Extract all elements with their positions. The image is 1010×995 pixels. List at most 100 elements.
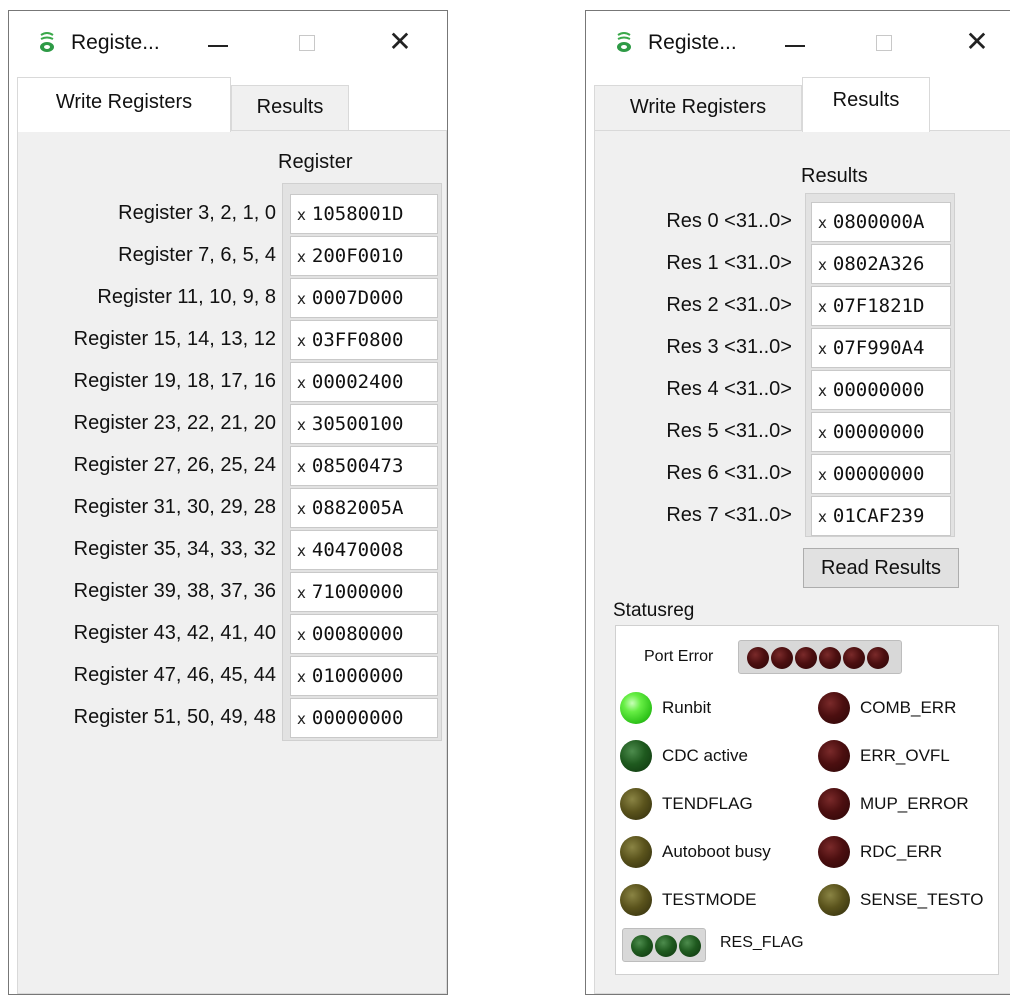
hex-format-indicator[interactable]: x <box>818 256 827 274</box>
maximize-button[interactable] <box>285 25 331 61</box>
app-icon <box>617 32 631 52</box>
tab-results[interactable]: Results <box>231 85 349 131</box>
register-row-value: 03FF0800 <box>311 329 404 351</box>
hex-format-indicator[interactable]: x <box>818 466 827 484</box>
register-row-field[interactable]: x 1058001D <box>290 194 438 234</box>
hex-format-indicator[interactable]: x <box>818 424 827 442</box>
result-row-label: Res 4 <31..0> <box>666 378 792 400</box>
register-row-field[interactable]: x 0007D000 <box>290 278 438 318</box>
title-bar[interactable]: Registe... ✕ <box>586 11 1010 75</box>
result-row-label: Res 3 <31..0> <box>666 336 792 358</box>
tab-results[interactable]: Results <box>802 77 930 132</box>
hex-format-indicator[interactable]: x <box>297 668 306 686</box>
window-title: Registe... <box>648 31 737 54</box>
port-error-label: Port Error <box>644 648 714 665</box>
res-flag-led-strip <box>622 928 706 962</box>
register-row-label: Register 31, 30, 29, 28 <box>73 496 276 518</box>
register-row-field[interactable]: x 0882005A <box>290 488 438 528</box>
result-row-value: 0802A326 <box>832 253 925 275</box>
error-led-label: MUP_ERROR <box>860 794 969 813</box>
register-row-field[interactable]: x 08500473 <box>290 446 438 486</box>
hex-format-indicator[interactable]: x <box>297 542 306 560</box>
tab-strip: Write Registers Results <box>9 75 447 132</box>
registers-window: Registe... ✕ Write Registers Results Reg… <box>8 10 448 995</box>
register-row-label: Register 47, 46, 45, 44 <box>73 664 276 686</box>
error-led-icon <box>818 692 850 724</box>
hex-format-indicator[interactable]: x <box>297 332 306 350</box>
register-row-label: Register 3, 2, 1, 0 <box>118 202 276 224</box>
result-row-field[interactable]: x 0800000A <box>811 202 951 242</box>
hex-format-indicator[interactable]: x <box>297 374 306 392</box>
status-led-label: TENDFLAG <box>662 794 753 813</box>
column-header: Register <box>278 151 353 173</box>
led-indicator <box>679 935 701 957</box>
register-row-value: 08500473 <box>311 455 404 477</box>
register-row-value: 0882005A <box>311 497 404 519</box>
hex-format-indicator[interactable]: x <box>297 458 306 476</box>
results-panel: Results Res 0 <31..0> x 0800000A Res 1 <31.… <box>594 130 1010 994</box>
register-row-value: 40470008 <box>311 539 404 561</box>
close-icon[interactable]: ✕ <box>377 25 423 61</box>
result-row-field[interactable]: x 0802A326 <box>811 244 951 284</box>
hex-format-indicator[interactable]: x <box>818 382 827 400</box>
error-led-label: RDC_ERR <box>860 842 943 861</box>
error-led-label: SENSE_TESTO <box>860 890 984 909</box>
register-row-field[interactable]: x 30500100 <box>290 404 438 444</box>
register-row-field[interactable]: x 00080000 <box>290 614 438 654</box>
tab-label: Write Registers <box>55 91 193 113</box>
result-row-field[interactable]: x 07F1821D <box>811 286 951 326</box>
register-row-label: Register 15, 14, 13, 12 <box>73 328 276 350</box>
minimize-button[interactable] <box>195 25 241 61</box>
register-row-label: Register 7, 6, 5, 4 <box>118 244 276 266</box>
title-bar[interactable]: Registe... ✕ <box>9 11 447 75</box>
register-row-field[interactable]: x 200F0010 <box>290 236 438 276</box>
hex-format-indicator[interactable]: x <box>297 248 306 266</box>
read-results-button[interactable]: Read Results <box>803 548 959 588</box>
tab-write-registers[interactable]: Write Registers <box>17 77 231 132</box>
result-row-field[interactable]: x 00000000 <box>811 370 951 410</box>
hex-format-indicator[interactable]: x <box>297 626 306 644</box>
register-row-field[interactable]: x 40470008 <box>290 530 438 570</box>
register-row-field[interactable]: x 00000000 <box>290 698 438 738</box>
led-indicator <box>771 647 793 669</box>
hex-format-indicator[interactable]: x <box>297 584 306 602</box>
close-icon[interactable]: ✕ <box>954 25 1000 61</box>
register-row-label: Register 23, 22, 21, 20 <box>73 412 276 434</box>
hex-format-indicator[interactable]: x <box>297 290 306 308</box>
status-led-label: Runbit <box>662 698 712 717</box>
tab-label: Results <box>256 96 324 118</box>
tab-write-registers[interactable]: Write Registers <box>594 85 802 131</box>
result-row-value: 00000000 <box>832 463 925 485</box>
hex-format-indicator[interactable]: x <box>818 214 827 232</box>
hex-format-indicator[interactable]: x <box>297 500 306 518</box>
statusreg-group: Port Error Runbit CDC active TENDFLAG Autob… <box>615 625 999 975</box>
minimize-button[interactable] <box>772 25 818 61</box>
register-row-label: Register 51, 50, 49, 48 <box>73 706 276 728</box>
result-row-value: 00000000 <box>832 379 925 401</box>
register-row-label: Register 43, 42, 41, 40 <box>73 622 276 644</box>
tab-strip: Write Registers Results <box>586 75 1010 132</box>
hex-format-indicator[interactable]: x <box>818 340 827 358</box>
register-row-field[interactable]: x 71000000 <box>290 572 438 612</box>
led-indicator <box>843 647 865 669</box>
hex-format-indicator[interactable]: x <box>297 416 306 434</box>
maximize-button[interactable] <box>862 25 908 61</box>
led-indicator <box>795 647 817 669</box>
hex-format-indicator[interactable]: x <box>297 206 306 224</box>
error-led-icon <box>818 884 850 916</box>
hex-format-indicator[interactable]: x <box>297 710 306 728</box>
result-row-field[interactable]: x 00000000 <box>811 454 951 494</box>
register-row-field[interactable]: x 00002400 <box>290 362 438 402</box>
result-row-field[interactable]: x 00000000 <box>811 412 951 452</box>
register-row-field[interactable]: x 03FF0800 <box>290 320 438 360</box>
hex-format-indicator[interactable]: x <box>818 508 827 526</box>
result-row-field[interactable]: x 07F990A4 <box>811 328 951 368</box>
result-row-value: 07F1821D <box>832 295 925 317</box>
hex-format-indicator[interactable]: x <box>818 298 827 316</box>
result-row-field[interactable]: x 01CAF239 <box>811 496 951 536</box>
result-row-value: 0800000A <box>832 211 925 233</box>
register-row-field[interactable]: x 01000000 <box>290 656 438 696</box>
result-row-value: 00000000 <box>832 421 925 443</box>
result-row-value: 07F990A4 <box>832 337 925 359</box>
error-led-icon <box>818 836 850 868</box>
